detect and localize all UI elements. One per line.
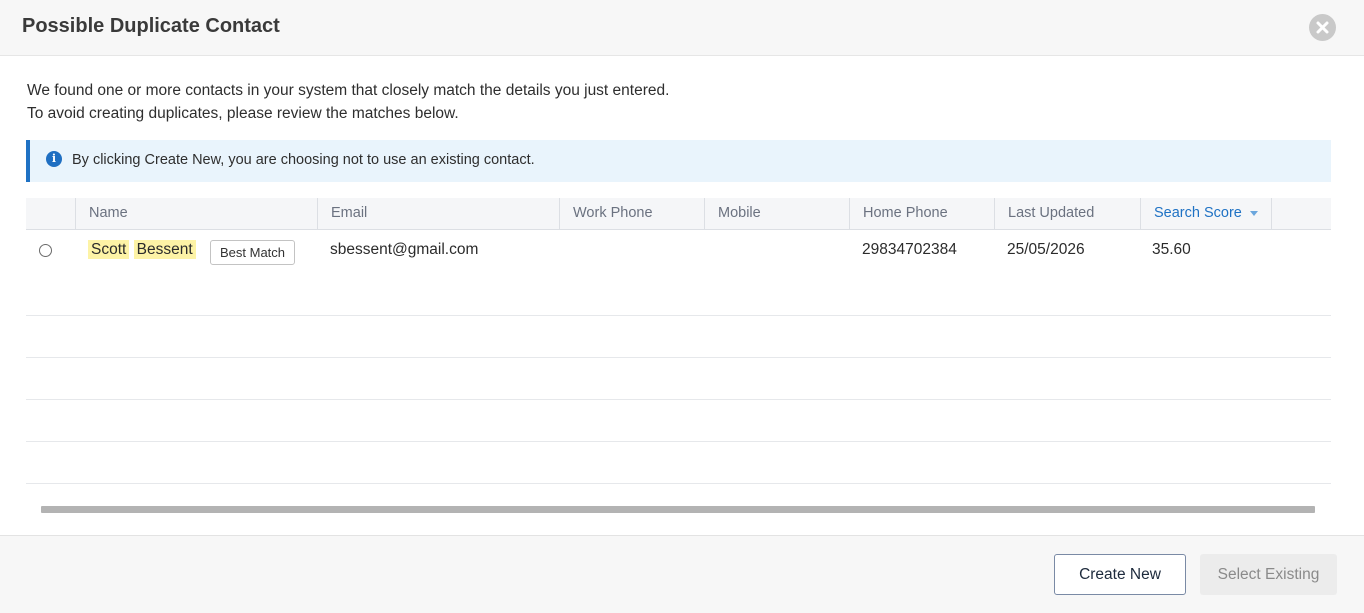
create-new-button[interactable]: Create New <box>1054 554 1186 595</box>
info-icon: i <box>46 151 62 167</box>
column-header-search-score[interactable]: Search Score <box>1140 198 1272 230</box>
intro-line-1: We found one or more contacts in your sy… <box>27 82 670 99</box>
duplicate-contact-dialog: Possible Duplicate Contact We found one … <box>0 0 1364 613</box>
contact-name: Scott Bessent <box>88 240 196 259</box>
intro-text: We found one or more contacts in your sy… <box>27 79 669 125</box>
column-header-mobile[interactable]: Mobile <box>704 198 850 230</box>
matches-grid: Name Email Work Phone Mobile Home Phone … <box>26 198 1331 528</box>
intro-line-2: To avoid creating duplicates, please rev… <box>27 105 459 122</box>
row-divider <box>26 483 1331 484</box>
contact-home-phone: 29834702384 <box>862 241 957 258</box>
best-match-badge: Best Match <box>210 240 296 265</box>
dialog-title: Possible Duplicate Contact <box>22 15 280 37</box>
row-select-radio[interactable] <box>39 244 52 257</box>
select-existing-button[interactable]: Select Existing <box>1200 554 1337 595</box>
row-divider <box>26 315 1331 316</box>
column-header-last-updated[interactable]: Last Updated <box>994 198 1140 230</box>
dialog-header: Possible Duplicate Contact <box>0 0 1364 56</box>
column-header-email[interactable]: Email <box>317 198 560 230</box>
contact-search-score: 35.60 <box>1152 241 1191 258</box>
dialog-footer: Create New Select Existing <box>0 535 1364 613</box>
table-row[interactable]: Scott Bessent Best Match sbessent@gmail.… <box>26 231 1331 315</box>
contact-last-updated: 25/05/2026 <box>1007 241 1085 258</box>
column-header-name[interactable]: Name <box>75 198 318 230</box>
notice-text: By clicking Create New, you are choosing… <box>72 152 535 168</box>
horizontal-scrollbar[interactable] <box>41 506 1315 513</box>
row-divider <box>26 441 1331 442</box>
close-icon[interactable] <box>1309 14 1336 41</box>
row-divider <box>26 357 1331 358</box>
name-match-first: Scott <box>88 240 130 259</box>
sort-descending-icon <box>1249 210 1258 216</box>
column-header-home-phone[interactable]: Home Phone <box>849 198 995 230</box>
contact-email: sbessent@gmail.com <box>330 241 479 258</box>
row-divider <box>26 399 1331 400</box>
info-notice: i By clicking Create New, you are choosi… <box>26 140 1331 182</box>
name-match-last: Bessent <box>133 240 196 259</box>
column-header-work-phone[interactable]: Work Phone <box>559 198 705 230</box>
grid-header: Name Email Work Phone Mobile Home Phone … <box>26 198 1331 230</box>
